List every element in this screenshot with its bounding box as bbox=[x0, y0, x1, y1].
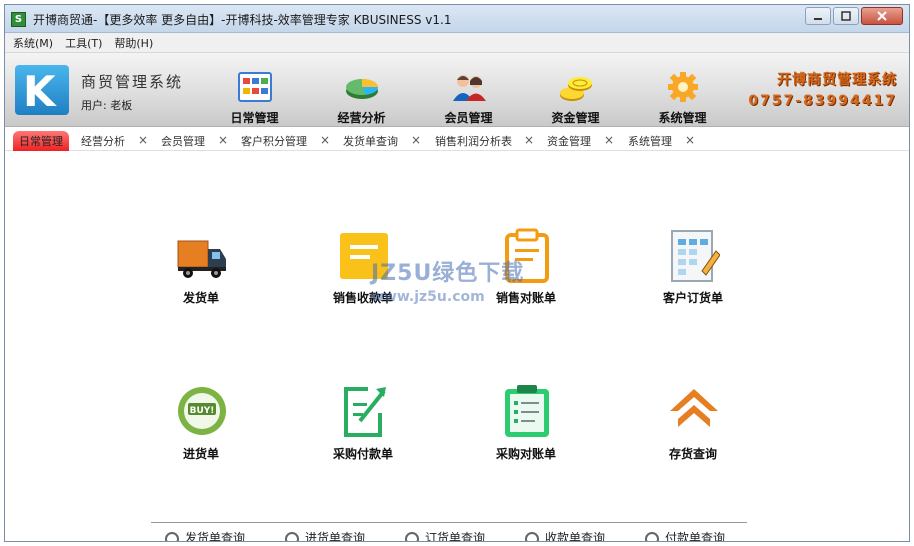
tile-label: 存货查询 bbox=[668, 447, 717, 461]
query-order[interactable]: 订货单查询 bbox=[405, 529, 486, 542]
search-icon bbox=[405, 531, 419, 541]
calendar-grid-icon bbox=[238, 72, 272, 102]
tile-label: 销售对账单 bbox=[495, 291, 556, 305]
tab-members[interactable]: 会员管理 bbox=[161, 133, 205, 149]
nav-label: 日常管理 bbox=[230, 111, 279, 125]
tab-points[interactable]: 客户积分管理 bbox=[241, 133, 307, 149]
brand-phone: 0757-83994417 bbox=[748, 93, 897, 109]
minimize-icon bbox=[814, 18, 822, 20]
search-icon bbox=[285, 531, 299, 541]
tab-close-icon[interactable]: × bbox=[218, 133, 228, 147]
order-sheet-icon bbox=[671, 230, 720, 282]
tab-close-icon[interactable]: × bbox=[320, 133, 330, 147]
query-label: 付款单查询 bbox=[665, 531, 726, 542]
tab-system[interactable]: 系统管理 bbox=[628, 133, 672, 149]
tab-daily[interactable]: 日常管理 bbox=[13, 131, 69, 151]
query-purchase[interactable]: 进货单查询 bbox=[285, 529, 366, 542]
maximize-button[interactable] bbox=[833, 7, 859, 25]
tile-purchase[interactable]: BUY! 进货单 bbox=[136, 383, 266, 473]
close-icon bbox=[877, 11, 887, 21]
search-icon bbox=[645, 531, 659, 541]
tile-inventory[interactable]: 存货查询 bbox=[628, 383, 758, 473]
tile-label: 进货单 bbox=[182, 447, 219, 461]
menu-tools[interactable]: 工具(T) bbox=[65, 35, 102, 51]
nav-analysis[interactable]: 经营分析 bbox=[308, 53, 415, 127]
nav-finance[interactable]: 资金管理 bbox=[522, 53, 629, 127]
main-nav: 日常管理 经营分析 会员管理 资金管理 系统管理 bbox=[201, 53, 736, 127]
menu-system[interactable]: 系统(M) bbox=[13, 35, 53, 51]
maximize-icon bbox=[841, 11, 851, 21]
warehouse-icon bbox=[670, 389, 718, 427]
query-receipt[interactable]: 收款单查询 bbox=[525, 529, 606, 542]
checklist-icon bbox=[505, 385, 549, 437]
nav-label: 系统管理 bbox=[658, 111, 707, 125]
tab-close-icon[interactable]: × bbox=[411, 133, 421, 147]
buy-badge-icon: BUY! bbox=[178, 387, 226, 435]
search-icon bbox=[525, 531, 539, 541]
close-button[interactable] bbox=[861, 7, 903, 25]
logo-letter: K bbox=[23, 67, 56, 116]
receipt-icon bbox=[340, 233, 388, 279]
tab-bar: 日常管理 经营分析 × 会员管理 × 客户积分管理 × 发货单查询 × 销售利润… bbox=[5, 129, 909, 151]
clipboard-icon bbox=[505, 228, 549, 283]
gear-icon bbox=[668, 72, 698, 102]
title-bar: S 开博商贸通-【更多效率 更多自由】-开博科技-效率管理专家 KBUSINES… bbox=[5, 5, 909, 33]
nav-label: 经营分析 bbox=[337, 111, 386, 125]
tab-close-icon[interactable]: × bbox=[524, 133, 534, 147]
tab-close-icon[interactable]: × bbox=[685, 133, 695, 147]
app-header: K 商贸管理系统 用户: 老板 日常管理 经营分析 会员管理 资金管理 系统管理… bbox=[5, 53, 909, 127]
tab-shipment-query[interactable]: 发货单查询 bbox=[343, 133, 398, 149]
query-label: 发货单查询 bbox=[185, 531, 246, 542]
tile-label: 采购对账单 bbox=[495, 447, 556, 461]
tile-shipment[interactable]: 发货单 bbox=[136, 227, 266, 317]
query-label: 进货单查询 bbox=[305, 531, 366, 542]
menu-bar: 系统(M) 工具(T) 帮助(H) bbox=[5, 33, 909, 53]
nav-system[interactable]: 系统管理 bbox=[629, 53, 736, 127]
tab-profit-analysis[interactable]: 销售利润分析表 bbox=[435, 133, 512, 149]
coins-icon bbox=[560, 77, 592, 101]
nav-members[interactable]: 会员管理 bbox=[415, 53, 522, 127]
tile-purchase-statement[interactable]: 采购对账单 bbox=[461, 383, 591, 473]
tile-customer-order[interactable]: 客户订货单 bbox=[628, 227, 758, 317]
menu-help[interactable]: 帮助(H) bbox=[114, 35, 153, 51]
search-icon bbox=[165, 531, 179, 541]
quick-query-bar: 发货单查询 进货单查询 订货单查询 收款单查询 付款单查询 bbox=[151, 522, 747, 542]
tab-close-icon[interactable]: × bbox=[604, 133, 614, 147]
query-label: 订货单查询 bbox=[425, 531, 486, 542]
brand-title: 开博商贸管理系统 bbox=[777, 72, 897, 88]
brand-block: 开博商贸管理系统 0757-83994417 bbox=[748, 69, 897, 109]
nav-label: 会员管理 bbox=[444, 111, 493, 125]
tab-analysis[interactable]: 经营分析 bbox=[81, 133, 125, 149]
pie-chart-icon bbox=[346, 79, 378, 99]
window-controls bbox=[805, 7, 903, 25]
tile-purchase-payment[interactable]: 采购付款单 bbox=[298, 383, 428, 473]
truck-icon bbox=[177, 240, 226, 278]
app-icon: S bbox=[11, 12, 26, 27]
nav-daily[interactable]: 日常管理 bbox=[201, 53, 308, 127]
current-user: 用户: 老板 bbox=[81, 99, 133, 112]
tile-sales-receipt[interactable]: 销售收款单 bbox=[298, 227, 428, 317]
users-icon bbox=[453, 75, 486, 101]
tile-sales-statement[interactable]: 销售对账单 bbox=[461, 227, 591, 317]
app-window: S 开博商贸通-【更多效率 更多自由】-开博科技-效率管理专家 KBUSINES… bbox=[4, 4, 910, 542]
query-payment[interactable]: 付款单查询 bbox=[645, 529, 726, 542]
tab-finance[interactable]: 资金管理 bbox=[547, 133, 591, 149]
tile-label: 销售收款单 bbox=[332, 291, 393, 305]
window-title: 开博商贸通-【更多效率 更多自由】-开博科技-效率管理专家 KBUSINESS … bbox=[33, 13, 452, 27]
payment-edit-icon bbox=[344, 387, 386, 437]
tile-label: 客户订货单 bbox=[662, 291, 723, 305]
tile-label: 采购付款单 bbox=[332, 447, 393, 461]
app-name: 商贸管理系统 bbox=[81, 73, 184, 91]
app-logo: K bbox=[15, 65, 69, 116]
minimize-button[interactable] bbox=[805, 7, 831, 25]
query-shipment[interactable]: 发货单查询 bbox=[165, 529, 246, 542]
svg-text:BUY!: BUY! bbox=[190, 406, 215, 416]
tile-label: 发货单 bbox=[182, 291, 219, 305]
tab-close-icon[interactable]: × bbox=[138, 133, 148, 147]
nav-label: 资金管理 bbox=[551, 111, 600, 125]
query-label: 收款单查询 bbox=[545, 531, 606, 542]
